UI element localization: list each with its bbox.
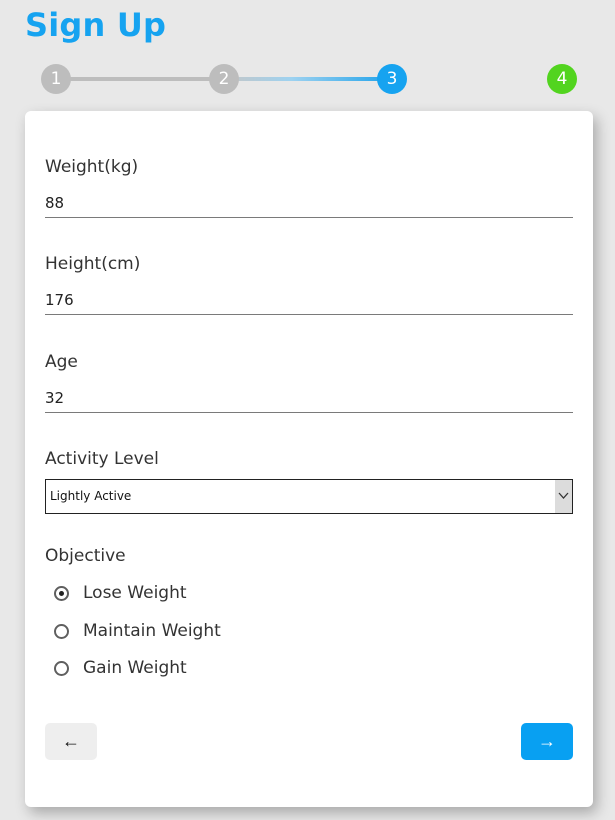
arrow-left-icon: ← [62, 731, 80, 751]
signup-form-card: Weight(kg) Height(cm) Age Activity Level… [25, 111, 593, 807]
objective-option-label: Maintain Weight [83, 621, 221, 641]
objective-option-label: Lose Weight [83, 583, 187, 603]
height-label: Height(cm) [45, 254, 141, 274]
activity-level-select[interactable]: Lightly Active [45, 479, 573, 514]
radio-unchecked-icon[interactable] [54, 624, 69, 639]
height-input[interactable] [45, 286, 573, 315]
step-4-indicator: 4 [547, 64, 577, 94]
age-input[interactable] [45, 384, 573, 413]
step-connector-1-2 [56, 77, 224, 81]
weight-input[interactable] [45, 189, 573, 218]
activity-level-label: Activity Level [45, 449, 159, 469]
arrow-right-icon: → [538, 731, 556, 751]
step-connector-2-3 [224, 77, 392, 81]
radio-checked-icon[interactable] [54, 586, 69, 601]
weight-label: Weight(kg) [45, 157, 139, 177]
next-button[interactable]: → [521, 723, 573, 760]
age-label: Age [45, 352, 78, 372]
radio-unchecked-icon[interactable] [54, 661, 69, 676]
objective-option-label: Gain Weight [83, 658, 187, 678]
step-3-indicator: 3 [377, 64, 407, 94]
objective-label: Objective [45, 546, 126, 566]
step-2-indicator: 2 [209, 64, 239, 94]
activity-level-selected-value: Lightly Active [50, 489, 132, 503]
progress-stepper: 1 2 3 4 [0, 0, 615, 110]
chevron-down-icon[interactable] [555, 480, 572, 513]
step-1-indicator: 1 [41, 64, 71, 94]
back-button[interactable]: ← [45, 723, 97, 760]
